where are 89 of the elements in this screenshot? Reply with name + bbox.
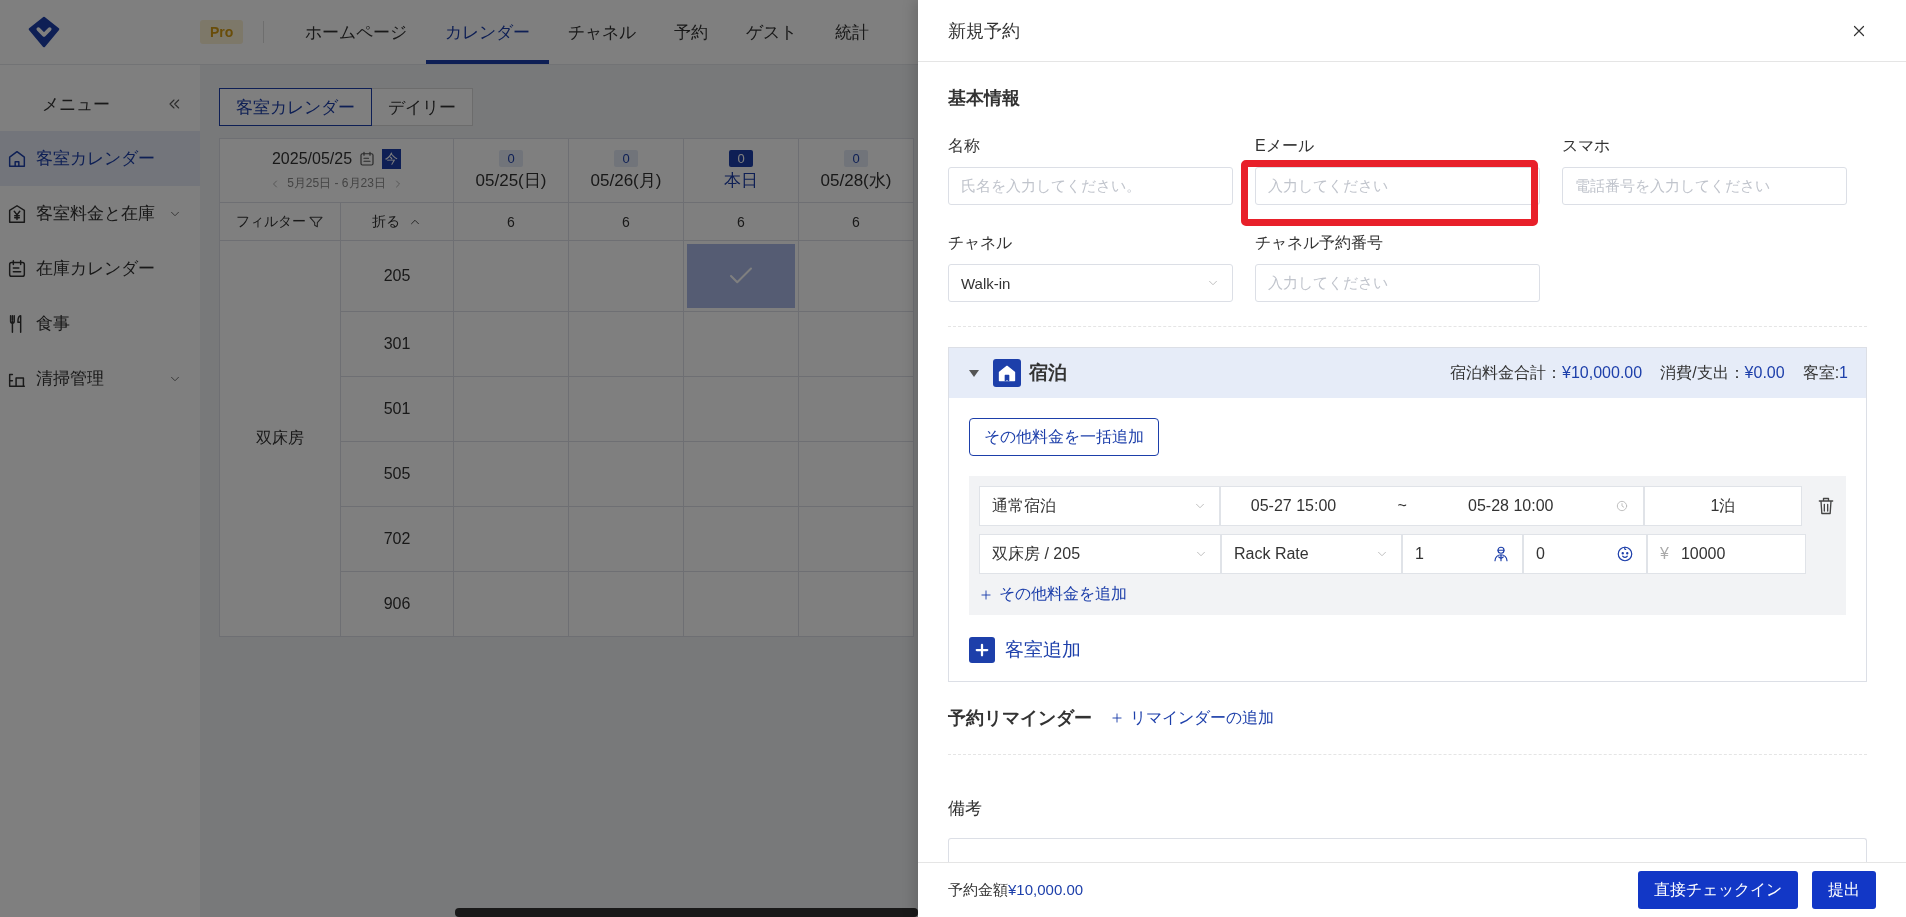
count-badge: 0 — [499, 150, 523, 167]
select-field[interactable]: Walk-in — [948, 264, 1233, 302]
sidebar-item[interactable]: 在庫カレンダー — [0, 241, 200, 296]
baby-face-icon — [1616, 545, 1634, 563]
selected-cell[interactable] — [687, 244, 795, 308]
day-label: 本日 — [723, 170, 759, 192]
clock-icon — [1614, 499, 1629, 513]
field-label: Eメール — [1255, 136, 1315, 156]
day-label: 05/25(日) — [474, 170, 548, 192]
sidebar-item[interactable]: 客室料金と在庫 — [0, 186, 200, 241]
availability-cell: 6 — [568, 202, 684, 241]
count-badge: 0 — [844, 150, 868, 167]
nav-tab[interactable]: ホームページ — [286, 0, 427, 64]
calendar-icon — [6, 257, 28, 280]
action-button[interactable]: 提出 — [1812, 871, 1876, 909]
nights-field[interactable]: 1泊 — [1643, 486, 1802, 526]
expand-caret-icon[interactable] — [969, 369, 979, 377]
day-label: 05/26(月) — [589, 170, 663, 192]
scrollbar-thumb[interactable] — [455, 908, 918, 917]
section-title: 予約リマインダー — [948, 707, 1092, 730]
trash-icon[interactable] — [1816, 496, 1836, 516]
room-number-cell: 702 — [340, 506, 454, 572]
total-text: 予約金額¥10,000.00 — [948, 880, 1085, 900]
rate-select[interactable]: Rack Rate — [1221, 534, 1402, 574]
availability-cell: 6 — [683, 202, 799, 241]
calendar-icon[interactable] — [358, 150, 377, 168]
calendar-cell[interactable] — [798, 376, 914, 442]
view-tab[interactable]: デイリー — [372, 88, 473, 126]
plus-icon — [1110, 711, 1124, 725]
yen-icon — [6, 202, 28, 225]
price-field[interactable]: ¥ 10000 — [1647, 534, 1806, 574]
drawer-title: 新規予約 — [948, 19, 1020, 43]
field-label: 備考 — [948, 798, 983, 820]
room-number-cell: 501 — [340, 376, 454, 442]
nav-tab[interactable]: ゲスト — [727, 0, 817, 64]
count-badge: 0 — [614, 150, 638, 167]
date-text: 05-27 15:00 — [1250, 497, 1337, 515]
field-label: スマホ — [1562, 136, 1611, 156]
sidebar-item[interactable]: 清掃管理 — [0, 351, 200, 406]
sidebar-item[interactable]: 食事 — [0, 296, 200, 351]
room-number-cell: 205 — [340, 240, 454, 312]
person-icon — [1492, 545, 1510, 563]
summary-text: 消費/支出：¥0.00 — [1660, 362, 1785, 383]
nav-tab[interactable]: 統計 — [816, 0, 889, 64]
field-label: チャネル — [948, 233, 1013, 253]
sidebar-item[interactable]: 客室カレンダー — [0, 131, 200, 186]
pro-badge: Pro — [200, 20, 244, 44]
room-type-cell: 双床房 — [219, 240, 341, 637]
view-tab[interactable]: 客室カレンダー — [219, 88, 372, 126]
availability-cell: 6 — [453, 202, 569, 241]
house-icon — [993, 359, 1021, 387]
date-text: 05-28 10:00 — [1468, 497, 1554, 515]
add-fee-link[interactable]: その他料金を追加 — [979, 584, 1836, 605]
add-reminder-link[interactable]: リマインダーの追加 — [1110, 707, 1274, 729]
calendar-cell[interactable] — [798, 240, 914, 312]
plus-icon — [979, 587, 993, 602]
adults-field[interactable]: 1 — [1402, 534, 1523, 574]
count-badge: 0 — [729, 150, 753, 167]
nav-tab[interactable]: チャネル — [549, 0, 656, 64]
summary-text: 客室:1 — [1802, 362, 1848, 383]
plus-icon — [969, 637, 995, 663]
currency-text: ¥ — [1660, 545, 1669, 563]
calendar-cell[interactable] — [798, 571, 914, 637]
action-button[interactable]: 直接チェックイン — [1638, 871, 1798, 909]
summary-text: 宿泊料金合計：¥10,000.00 — [1450, 362, 1643, 383]
children-field[interactable]: 0 — [1523, 534, 1647, 574]
calendar-cell[interactable] — [798, 441, 914, 507]
add-room-link[interactable]: 客室追加 — [969, 637, 1846, 663]
nav-tab[interactable]: カレンダー — [426, 0, 550, 64]
availability-cell: 6 — [798, 202, 914, 241]
room-number-cell: 906 — [340, 571, 454, 637]
date-text: 2025/05/25 — [271, 150, 353, 168]
room-number-cell: 505 — [340, 441, 454, 507]
nav-tab[interactable]: 予約 — [655, 0, 728, 64]
calendar-cell[interactable] — [798, 311, 914, 377]
date-range-field[interactable]: 05-27 15:00 ~ 05-28 10:00 — [1219, 486, 1644, 526]
room-select[interactable]: 双床房 / 205 — [979, 534, 1221, 574]
section-title: 基本情報 — [948, 87, 1021, 110]
bulk-add-button[interactable]: その他料金を一括追加 — [969, 418, 1159, 456]
room-number-cell: 301 — [340, 311, 454, 377]
field-label: 名称 — [948, 136, 981, 156]
today-button[interactable]: 今 — [382, 149, 402, 169]
calendar-cell[interactable] — [798, 506, 914, 572]
separator-text: ~ — [1397, 497, 1407, 515]
menu-title: メニュー — [42, 93, 110, 116]
stay-type-select[interactable]: 通常宿泊 — [979, 486, 1220, 526]
day-label: 05/28(水) — [819, 170, 893, 192]
section-title: 宿泊 — [1029, 361, 1068, 385]
field-label: チャネル予約番号 — [1255, 233, 1384, 253]
